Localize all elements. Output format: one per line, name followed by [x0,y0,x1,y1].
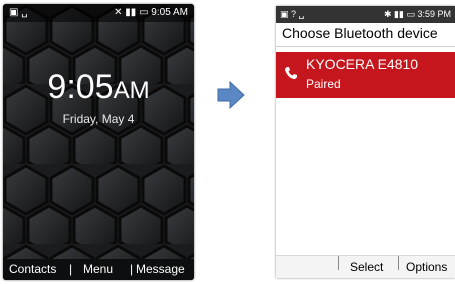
home-screen: ▣ ␣ ✕ ▮▮ ▭ 9:05 AM 9:05AM Friday, May 4 … [3,4,194,280]
status-time: 9:05 AM [151,7,188,18]
bluetooth-screen: ▣ ? ␣ ✱ ▮▮ ▭ 3:59 PM Choose Bluetooth de… [276,6,455,278]
clock-time: 9:05 [47,68,114,106]
phone-icon [285,67,297,79]
device-status: Paired [306,77,341,91]
softkey-separator: | [69,262,73,276]
softkey-contacts[interactable]: Contacts [9,259,56,280]
softkey-bar: Select Options [276,255,455,278]
status-right: ✱ ▮▮ ▭ 3:59 PM [384,9,451,20]
signal-icon: ▮▮ [394,9,404,19]
right-arrow-icon [217,80,245,110]
status-bar: ▣ ␣ ✕ ▮▮ ▭ 9:05 AM [3,4,194,22]
clock: 9:05AM [3,68,194,107]
device-list-item[interactable]: KYOCERA E4810 Paired [276,52,455,98]
softkey-select[interactable]: Select [350,256,383,278]
mute-icon: ✕ [114,7,123,18]
status-bar: ▣ ? ␣ ✱ ▮▮ ▭ 3:59 PM [276,6,455,23]
softkey-separator [338,256,339,270]
bluetooth-icon: ✱ [383,9,392,19]
softkey-message[interactable]: Message [136,259,185,280]
page-title: Choose Bluetooth device [282,25,438,41]
signal-icon: ▮▮ [125,7,137,18]
battery-icon: ▭ [139,7,149,18]
softkey-options[interactable]: Options [406,256,447,278]
notification-icons: ▣ ␣ [9,7,28,18]
notification-icons: ▣ ? ␣ [280,9,305,19]
softkey-separator: | [130,262,134,276]
device-name: KYOCERA E4810 [306,56,419,72]
status-right: ✕ ▮▮ ▭ 9:05 AM [114,7,188,18]
battery-icon: ▭ [406,9,415,19]
softkey-bar: Contacts | Menu | Message [3,259,194,280]
clock-ampm: AM [113,77,150,104]
softkey-menu[interactable]: Menu [83,259,113,280]
softkey-separator [398,256,399,270]
hexagon-wallpaper [3,4,194,280]
divider [276,46,455,47]
status-time: 3:59 PM [417,9,451,19]
date-text: Friday, May 4 [62,112,135,126]
